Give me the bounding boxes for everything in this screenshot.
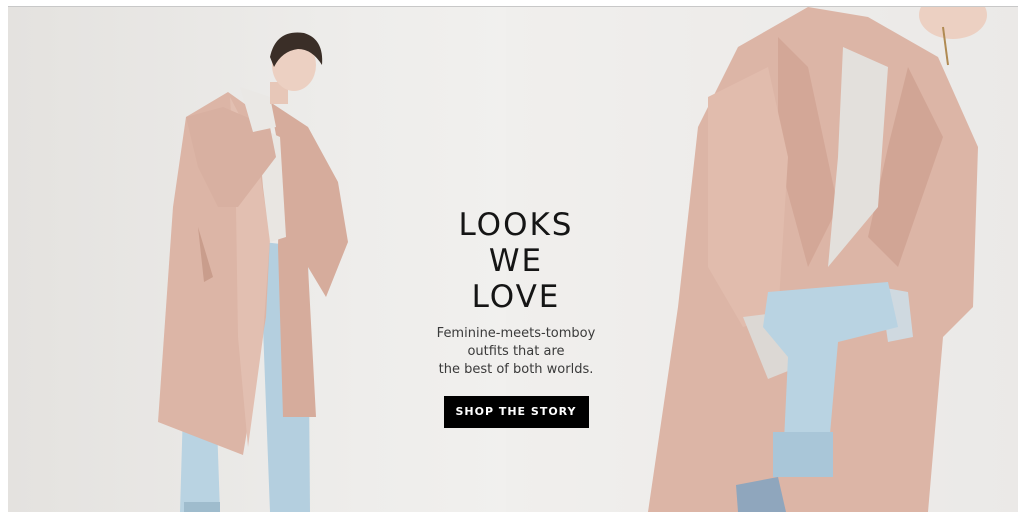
subcopy-line-2: outfits that are xyxy=(467,344,565,359)
headline-line-we: WE xyxy=(488,243,544,279)
shop-the-story-button[interactable]: SHOP THE STORY xyxy=(443,396,589,428)
hero-copy-block: LOOKS WE LOVE Feminine-meets-tomboy outf… xyxy=(406,207,626,428)
page: LOOKS WE LOVE Feminine-meets-tomboy outf… xyxy=(0,0,1024,512)
subcopy-line-3: the best of both worlds. xyxy=(438,362,594,377)
hero-banner[interactable]: LOOKS WE LOVE Feminine-meets-tomboy outf… xyxy=(8,7,1018,512)
headline-line-looks: LOOKS xyxy=(458,207,574,243)
hero-headline: LOOKS WE LOVE xyxy=(406,207,626,315)
headline-line-love: LOVE xyxy=(471,279,561,315)
subcopy-line-1: Feminine-meets-tomboy xyxy=(436,326,596,341)
hero-subcopy: Feminine-meets-tomboy outfits that are t… xyxy=(406,325,626,379)
left-model-figure xyxy=(158,32,348,512)
